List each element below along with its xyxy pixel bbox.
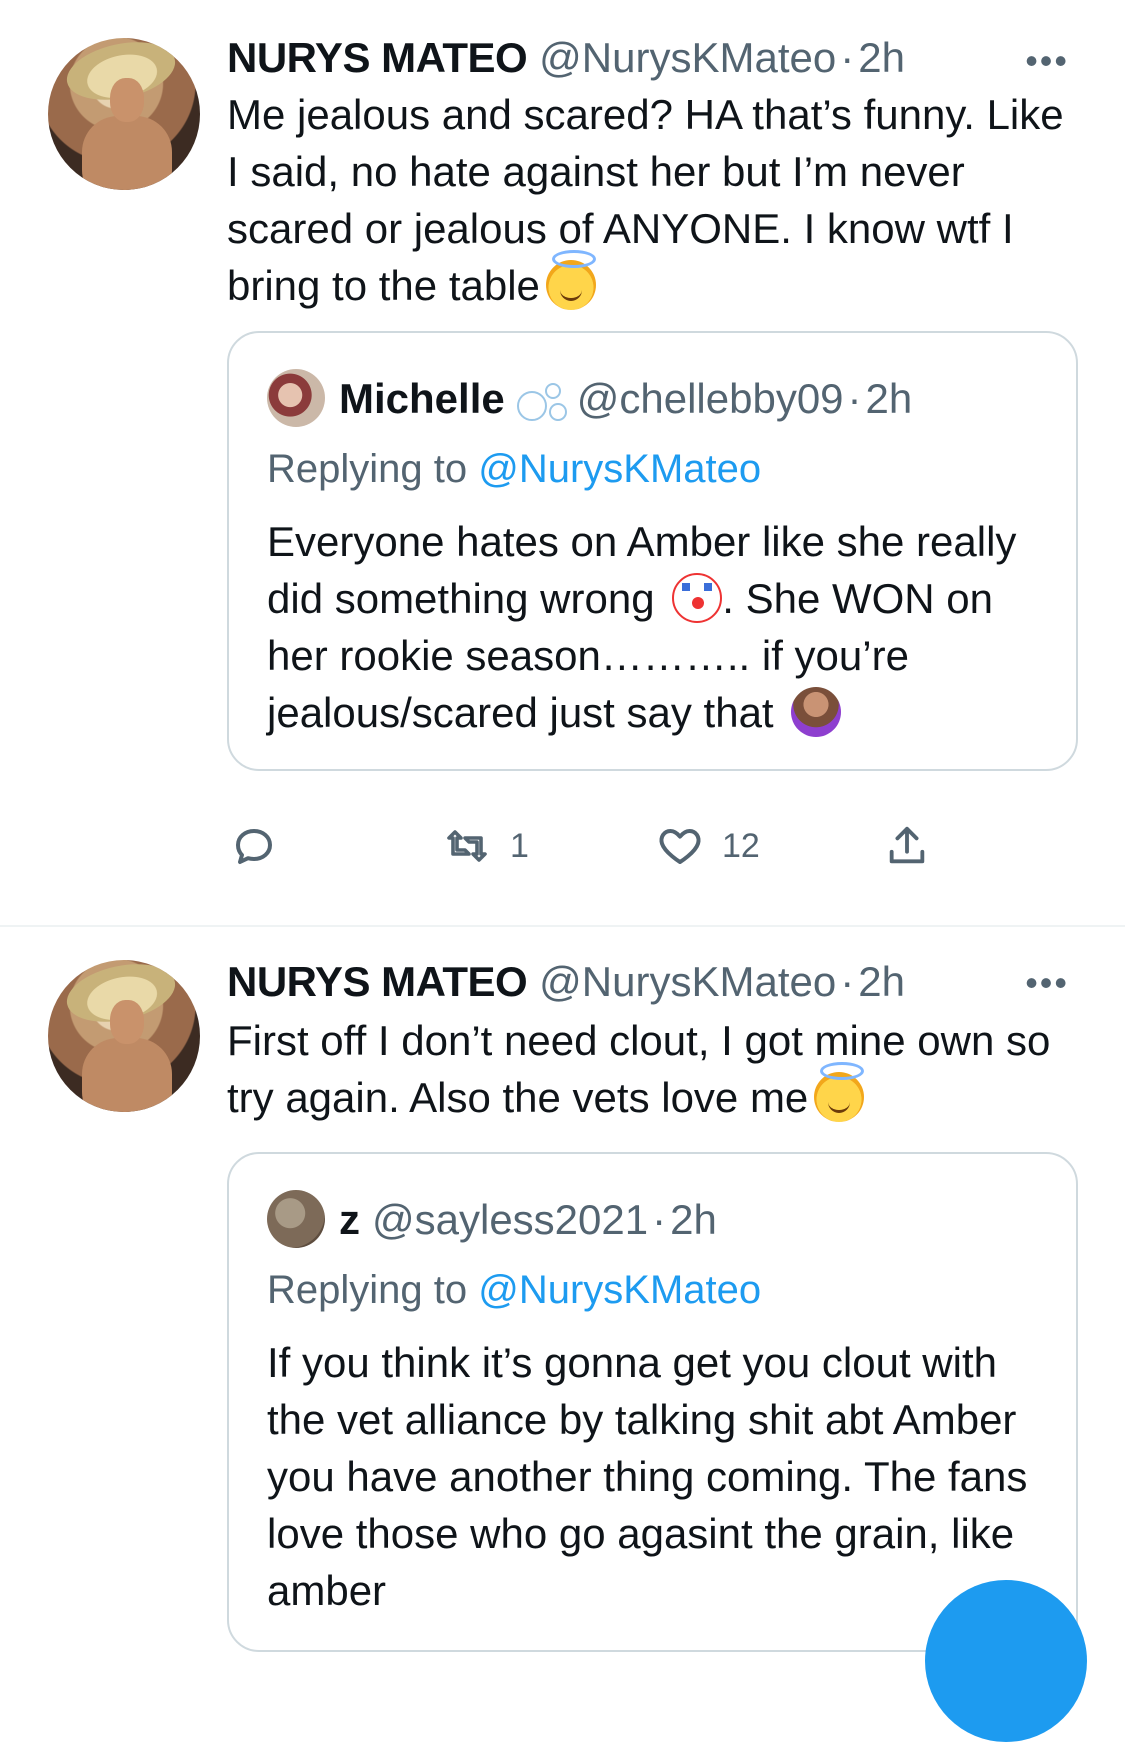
separator: · — [840, 34, 855, 81]
author-handle[interactable]: @NurysKMateo — [539, 34, 836, 81]
share-icon — [889, 826, 925, 864]
retweet-count: 1 — [510, 826, 529, 865]
clown-face-icon — [672, 573, 723, 623]
quoted-author-avatar[interactable] — [267, 1190, 325, 1248]
quoted-header: z @sayless2021·2h — [339, 1196, 717, 1244]
quoted-tweet[interactable]: z @sayless2021·2h Replying to @NurysKMate… — [227, 1152, 1078, 1652]
author-name[interactable]: NURYS MATEO — [227, 958, 528, 1005]
quoted-text: If you think it’s gonna get you clout wi… — [267, 1339, 1040, 1614]
replying-to: Replying to @NurysKMateo — [267, 1268, 761, 1313]
author-handle[interactable]: @NurysKMateo — [539, 958, 836, 1005]
compose-button[interactable] — [925, 1580, 1087, 1742]
replying-prefix: Replying to — [267, 1268, 479, 1312]
tweet-divider — [0, 925, 1125, 927]
mention-link[interactable]: @NurysKMateo — [478, 447, 761, 491]
replying-prefix: Replying to — [267, 447, 479, 491]
retweet-icon — [447, 830, 487, 862]
tweet-text: First off I don’t need clout, I got mine… — [227, 1012, 1077, 1126]
tweet-time[interactable]: 2h — [858, 958, 905, 1005]
retweet-button[interactable]: 1 — [442, 822, 529, 870]
author-avatar[interactable] — [48, 960, 200, 1112]
like-button[interactable]: 12 — [656, 822, 760, 870]
like-count: 12 — [722, 826, 760, 865]
tweet-header: NURYS MATEO @NurysKMateo·2h — [227, 34, 905, 82]
person-shrugging-icon — [791, 687, 842, 737]
tweet-header: NURYS MATEO @NurysKMateo·2h — [227, 958, 905, 1006]
quoted-time[interactable]: 2h — [866, 375, 913, 422]
separator: · — [840, 958, 855, 1005]
tweet-text: Me jealous and scared? HA that’s funny. … — [227, 86, 1077, 314]
quoted-text: Everyone hates on Amber like she really … — [267, 513, 1047, 741]
heart-icon — [659, 829, 701, 864]
tweet-actions: 1 12 — [0, 822, 1125, 882]
bubbles-icon — [515, 379, 567, 421]
quoted-author-name[interactable]: Michelle — [339, 375, 505, 422]
quoted-tweet[interactable]: Michelle @chellebby09·2h Replying to @Nur… — [227, 331, 1078, 771]
separator: · — [847, 375, 862, 422]
author-name[interactable]: NURYS MATEO — [227, 34, 528, 81]
quoted-header: Michelle @chellebby09·2h — [339, 375, 912, 423]
separator: · — [652, 1196, 667, 1243]
mention-link[interactable]: @NurysKMateo — [478, 1268, 761, 1312]
author-avatar[interactable] — [48, 38, 200, 190]
quoted-author-handle[interactable]: @sayless2021 — [372, 1196, 648, 1243]
tweet-time[interactable]: 2h — [858, 34, 905, 81]
share-button[interactable] — [884, 822, 930, 870]
quoted-author-avatar[interactable] — [267, 369, 325, 427]
reply-icon — [236, 829, 272, 864]
more-options-icon[interactable]: ••• — [1025, 962, 1069, 1004]
tweet-text-content: First off I don’t need clout, I got mine… — [227, 1017, 1062, 1121]
smiling-face-with-halo-icon — [814, 1062, 865, 1122]
quoted-author-handle[interactable]: @chellebby09 — [577, 375, 844, 422]
reply-button[interactable] — [230, 822, 278, 870]
quoted-time[interactable]: 2h — [670, 1196, 717, 1243]
replying-to: Replying to @NurysKMateo — [267, 447, 761, 492]
more-options-icon[interactable]: ••• — [1025, 40, 1069, 82]
smiling-face-with-halo-icon — [545, 250, 596, 310]
tweet-text-content: Me jealous and scared? HA that’s funny. … — [227, 91, 1076, 309]
quoted-author-name[interactable]: z — [339, 1196, 360, 1243]
